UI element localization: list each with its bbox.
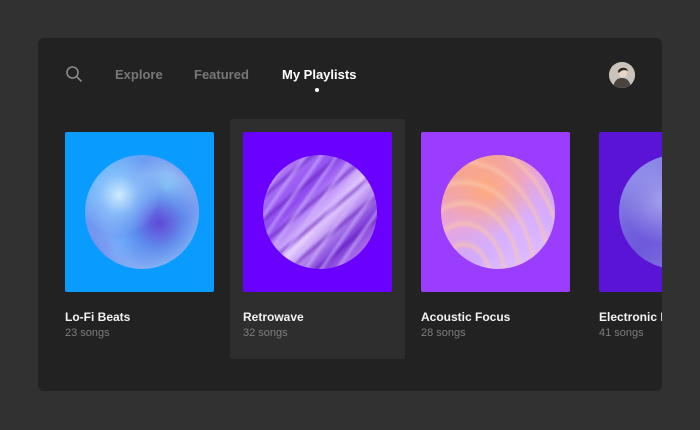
playlist-title: Retrowave xyxy=(243,310,304,324)
playlist-card[interactable]: Electronic I 41 songs xyxy=(582,119,662,359)
cover-art-disc xyxy=(85,155,199,269)
playlist-cover xyxy=(65,132,214,292)
cover-art-disc xyxy=(263,155,377,269)
playlist-card[interactable]: Lo-Fi Beats 23 songs xyxy=(48,119,223,359)
playlist-cover xyxy=(243,132,392,292)
cover-art-disc xyxy=(619,155,662,269)
playlist-title: Lo-Fi Beats xyxy=(65,310,131,324)
playlist-song-count: 28 songs xyxy=(421,327,466,339)
playlist-row: Lo-Fi Beats 23 songs Retrowave 32 songs … xyxy=(38,38,662,391)
playlist-title: Acoustic Focus xyxy=(421,310,511,324)
playlist-card[interactable]: Retrowave 32 songs xyxy=(230,119,405,359)
playlist-card[interactable]: Acoustic Focus 28 songs xyxy=(404,119,579,359)
app-window: Explore Featured My Playlists Lo-Fi Beat… xyxy=(38,38,662,391)
playlist-cover xyxy=(599,132,662,292)
playlist-song-count: 23 songs xyxy=(65,327,110,339)
playlist-cover xyxy=(421,132,570,292)
cover-art-disc xyxy=(441,155,555,269)
playlist-title: Electronic I xyxy=(599,310,662,324)
playlist-song-count: 32 songs xyxy=(243,327,288,339)
playlist-song-count: 41 songs xyxy=(599,327,644,339)
